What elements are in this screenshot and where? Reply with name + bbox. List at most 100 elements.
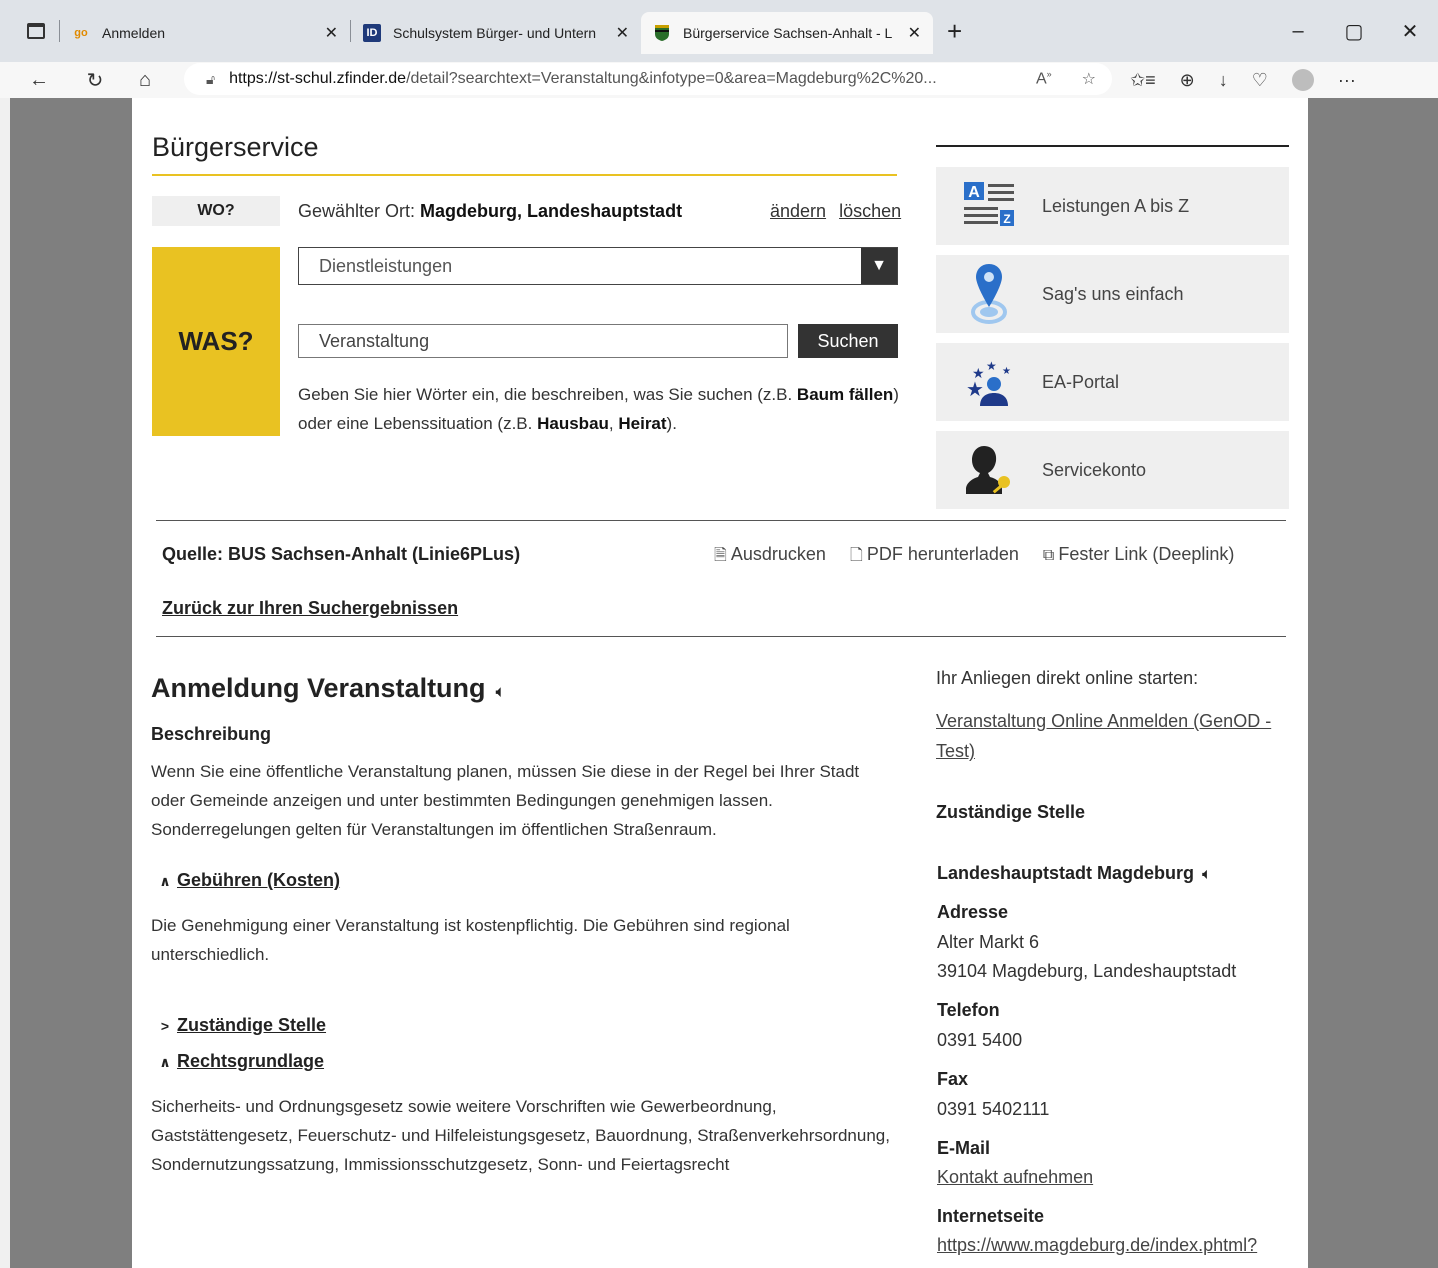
accordion-content: Sicherheits- und Ordnungsgesetz sowie we… [151, 1097, 890, 1174]
deeplink-action[interactable]: ⧉ Fester Link (Deeplink) [1043, 544, 1235, 571]
page-title: Anmeldung Veranstaltung 🔈︎ [151, 673, 891, 704]
dropdown-arrow-icon[interactable]: ▼ [861, 248, 897, 284]
card-label: Servicekonto [1042, 459, 1147, 480]
location-links: ändern löschen [762, 201, 901, 222]
accordion-label: Rechtsgrundlage [177, 1051, 325, 1071]
chevron-right-icon: > [160, 1018, 170, 1034]
speaker-icon[interactable]: 🔈︎ [1202, 866, 1212, 883]
close-window-icon[interactable]: ✕ [1382, 19, 1438, 44]
accordion-content: Die Genehmigung einer Veranstaltung ist … [151, 916, 790, 964]
svg-text:A: A [968, 184, 980, 201]
tab-title: Bürgerservice Sachsen-Anhalt - L [683, 25, 893, 41]
url-host: https://st-schul.zfinder.de [229, 70, 407, 87]
chevron-up-icon: ∧ [159, 1054, 171, 1070]
title-underline [152, 174, 897, 176]
description-text: Wenn Sie eine öffentliche Veranstaltung … [151, 762, 860, 839]
svg-text:★: ★ [1002, 366, 1011, 377]
hint-bold: Hausbau [537, 414, 609, 433]
url-actions: A» ☆ [1036, 69, 1096, 89]
change-location-link[interactable]: ändern [770, 201, 826, 221]
was-label: WAS? [152, 247, 280, 436]
coat-of-arms-favicon-icon [653, 24, 671, 42]
go-favicon-icon: go [74, 27, 88, 39]
website-link[interactable]: https://www.magdeburg.de/index.phtml? [937, 1230, 1257, 1260]
divider [156, 520, 1286, 521]
fax-value: 0391 5402111 [937, 1099, 1050, 1119]
tab-anmelden[interactable]: go Anmelden ✕ [60, 12, 350, 54]
card-servicekonto[interactable]: Servicekonto [936, 431, 1289, 509]
read-aloud-icon[interactable]: A» [1036, 69, 1052, 89]
back-arrow-icon[interactable]: ← [22, 69, 56, 92]
card-label: EA-Portal [1042, 371, 1120, 392]
user-key-icon [936, 442, 1042, 498]
search-button[interactable]: Suchen [798, 324, 898, 358]
card-sags-uns[interactable]: Sag's uns einfach [936, 255, 1289, 333]
site-title: Bürgerservice [152, 132, 319, 162]
downloads-icon[interactable]: ↓ [1219, 70, 1228, 91]
collections-icon[interactable]: ⊕ [1180, 70, 1195, 91]
card-label: Leistungen A bis Z [1042, 195, 1190, 216]
url-field[interactable]: 🔓︎ https://st-schul.zfinder.de /detail?s… [184, 63, 1112, 95]
link-icon: ⧉ [1042, 547, 1055, 564]
chevron-up-icon: ∧ [159, 873, 171, 889]
home-icon[interactable]: ⌂ [128, 69, 162, 92]
svg-text:Z: Z [1003, 212, 1010, 226]
address-label: Adresse [937, 902, 1009, 922]
online-start-link[interactable]: Veranstaltung Online Anmelden (GenOD - T… [936, 706, 1291, 766]
lock-icon[interactable]: 🔓︎ [206, 71, 215, 88]
search-input[interactable] [298, 324, 788, 358]
category-select[interactable]: Dienstleistungen ▼ [298, 247, 898, 285]
window-controls: – ▢ ✕ [1270, 0, 1438, 62]
left-edge [0, 98, 10, 1268]
browser-toolbar: ✩≡ ⊕ ↓ ♡ ··· [1130, 62, 1356, 98]
new-tab-button[interactable]: + [947, 16, 962, 47]
search-hint: Geben Sie hier Wörter ein, die beschreib… [298, 380, 903, 438]
maximize-icon[interactable]: ▢ [1326, 19, 1382, 44]
tab-close-icon[interactable]: ✕ [616, 23, 629, 43]
location-prefix: Gewählter Ort: [298, 201, 421, 221]
tab-close-icon[interactable]: ✕ [908, 23, 921, 43]
address-line: 39104 Magdeburg, Landeshauptstadt [937, 961, 1237, 981]
divider [156, 636, 1286, 637]
tab-actions-icon[interactable] [27, 23, 45, 39]
accordion-gebuehren[interactable]: ∧ Gebühren (Kosten) [151, 870, 891, 891]
back-to-results-link[interactable]: Zurück zur Ihren Suchergebnissen [162, 598, 458, 619]
pdf-action[interactable]: 🗋︎ PDF herunterladen [850, 544, 1019, 571]
org-name-text: Landeshauptstadt Magdeburg [937, 863, 1195, 883]
speaker-icon[interactable]: 🔈︎ [496, 682, 506, 701]
phone-value: 0391 5400 [937, 1030, 1023, 1050]
source-label: Quelle: BUS Sachsen-Anhalt (Linie6PLus) [162, 544, 521, 564]
browser-tab-bar: go Anmelden ✕ ID Schulsystem Bürger- und… [0, 0, 1438, 62]
more-menu-icon[interactable]: ··· [1338, 70, 1356, 91]
accordion-label: Zuständige Stelle [177, 1015, 327, 1035]
tab-buergerservice[interactable]: Bürgerservice Sachsen-Anhalt - L ✕ [641, 12, 933, 54]
phone-label: Telefon [937, 1000, 1000, 1020]
tab-schulsystem[interactable]: ID Schulsystem Bürger- und Untern ✕ [351, 12, 641, 54]
accordion-rechtsgrundlage[interactable]: ∧ Rechtsgrundlage [151, 1051, 891, 1072]
tab-close-icon[interactable]: ✕ [325, 23, 338, 43]
description-heading: Beschreibung [151, 724, 272, 744]
reload-icon[interactable]: ↻ [78, 68, 112, 93]
hint-bold: Baum fällen [796, 385, 894, 404]
favorite-star-icon[interactable]: ☆ [1082, 69, 1096, 89]
sidebar-rule [936, 145, 1289, 147]
favorites-list-icon[interactable]: ✩≡ [1130, 70, 1156, 91]
id-favicon-icon: ID [363, 24, 381, 42]
title-text: Anmeldung Veranstaltung [151, 673, 486, 703]
delete-location-link[interactable]: löschen [839, 201, 901, 221]
hint-text: , [608, 414, 619, 433]
minimize-icon[interactable]: – [1270, 20, 1326, 43]
print-label: Ausdrucken [730, 544, 826, 564]
card-leistungen[interactable]: A Z Leistungen A bis Z [936, 167, 1289, 245]
browser-address-bar: ← ↻ ⌂ 🔓︎ https://st-schul.zfinder.de /de… [0, 62, 1438, 98]
location-pin-icon [936, 262, 1042, 326]
address-line: Alter Markt 6 [937, 932, 1040, 952]
extension-icon[interactable]: ♡ [1252, 70, 1268, 91]
email-contact-link[interactable]: Kontakt aufnehmen [937, 1162, 1093, 1192]
card-ea-portal[interactable]: ★ ★ ★ ★ EA-Portal [936, 343, 1289, 421]
accordion-zustaendige-stelle[interactable]: > Zuständige Stelle [151, 1015, 891, 1036]
print-action[interactable]: 🗎︎ Ausdrucken [714, 544, 826, 571]
main-column: Anmeldung Veranstaltung 🔈︎ Beschreibung W… [151, 673, 891, 1179]
pdf-icon: 🗋︎ [849, 547, 863, 564]
profile-avatar[interactable] [1291, 69, 1314, 91]
